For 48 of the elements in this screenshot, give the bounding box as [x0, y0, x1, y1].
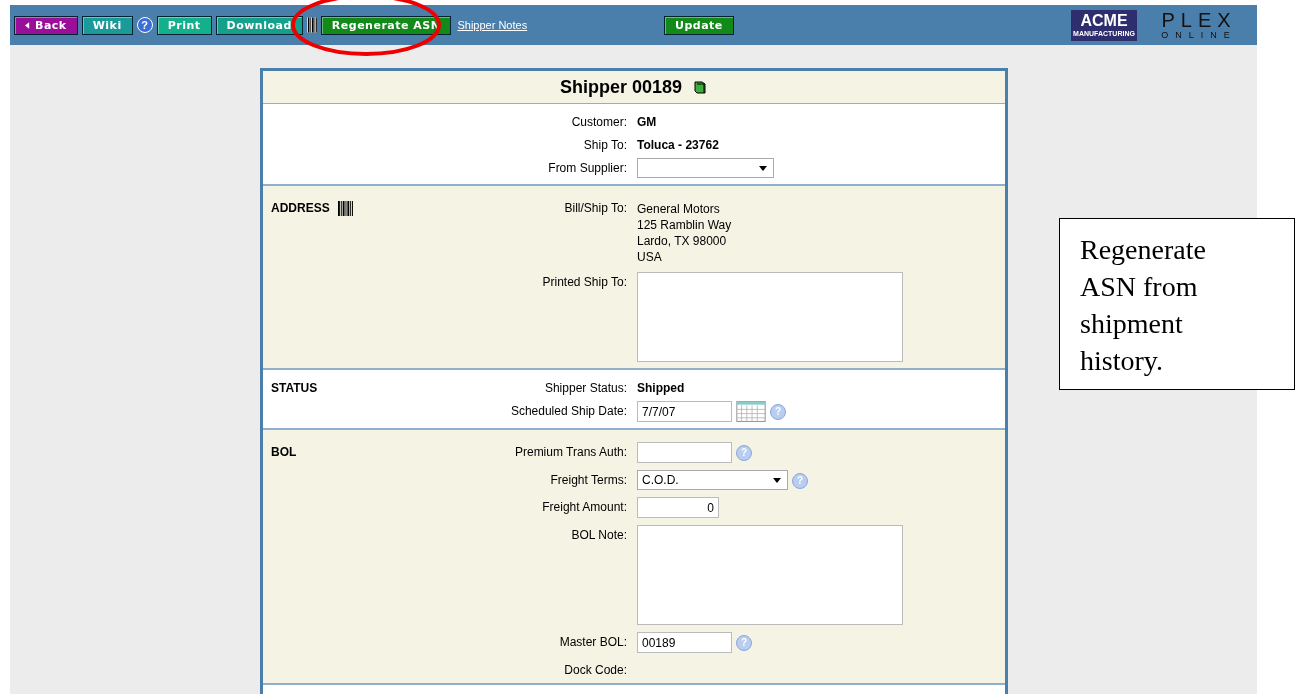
field-label: Freight Amount:	[541, 499, 627, 514]
field-label: Bill/Ship To:	[563, 200, 627, 215]
section-heading: BOL	[271, 445, 297, 459]
shipper-notes-link[interactable]: Shipper Notes	[457, 19, 528, 31]
field-label: From Supplier:	[547, 160, 627, 175]
address-line: 125 Ramblin Way	[637, 217, 732, 233]
field-label: Ship To:	[582, 137, 627, 152]
caret-icon	[759, 165, 767, 171]
field-label: Dock Code:	[563, 662, 627, 677]
field-label: Master BOL:	[558, 634, 627, 649]
field-value: GM	[637, 114, 657, 129]
barcode-icon[interactable]	[337, 201, 353, 216]
calendar-icon[interactable]	[736, 401, 766, 422]
toolbar-button[interactable]: Print	[156, 15, 212, 35]
input-field[interactable]	[637, 442, 732, 463]
callout-note: Regenerate ASN from shipment history.	[1059, 218, 1295, 390]
section-heading: ADDRESS	[271, 201, 330, 215]
shipper-title: Shipper 00189	[559, 76, 683, 98]
caret-icon	[773, 477, 781, 483]
toolbar-button[interactable]: Back	[14, 15, 78, 35]
field-label: Freight Terms:	[549, 472, 627, 487]
address-line: Lardo, TX 98000	[637, 233, 728, 249]
field-label: Shipper Status:	[543, 380, 627, 395]
toolbar-button[interactable]: Wiki	[81, 15, 133, 35]
left-arrow-icon	[25, 21, 30, 29]
field-label: Printed Ship To:	[541, 274, 627, 289]
dropdown[interactable]	[637, 158, 774, 178]
field-label: Scheduled Ship Date:	[509, 403, 627, 418]
help-icon[interactable]: ?	[136, 17, 153, 33]
toolbar-button[interactable]: Download	[215, 15, 303, 35]
barcode-icon[interactable]	[306, 16, 317, 34]
text-area[interactable]	[637, 272, 903, 362]
field-value: Toluca - 23762	[637, 137, 719, 152]
input-field[interactable]: 0	[637, 497, 719, 518]
address-line: USA	[637, 249, 663, 265]
dropdown[interactable]: C.O.D.	[637, 470, 788, 490]
section-heading: STATUS	[271, 381, 318, 395]
plex-logo: PLEX ONLINE	[1160, 10, 1238, 40]
text-area[interactable]	[637, 525, 903, 625]
field-label: BOL Note:	[570, 527, 627, 542]
update-button[interactable]: Update	[664, 15, 734, 35]
field-value: Shipped	[637, 380, 685, 395]
book-icon[interactable]	[692, 79, 709, 95]
field-label: Premium Trans Auth:	[513, 444, 627, 459]
address-line: General Motors	[637, 201, 721, 217]
input-field[interactable]: 00189	[637, 632, 732, 653]
input-field[interactable]: 7/7/07	[637, 401, 732, 422]
field-label: Customer:	[570, 114, 627, 129]
